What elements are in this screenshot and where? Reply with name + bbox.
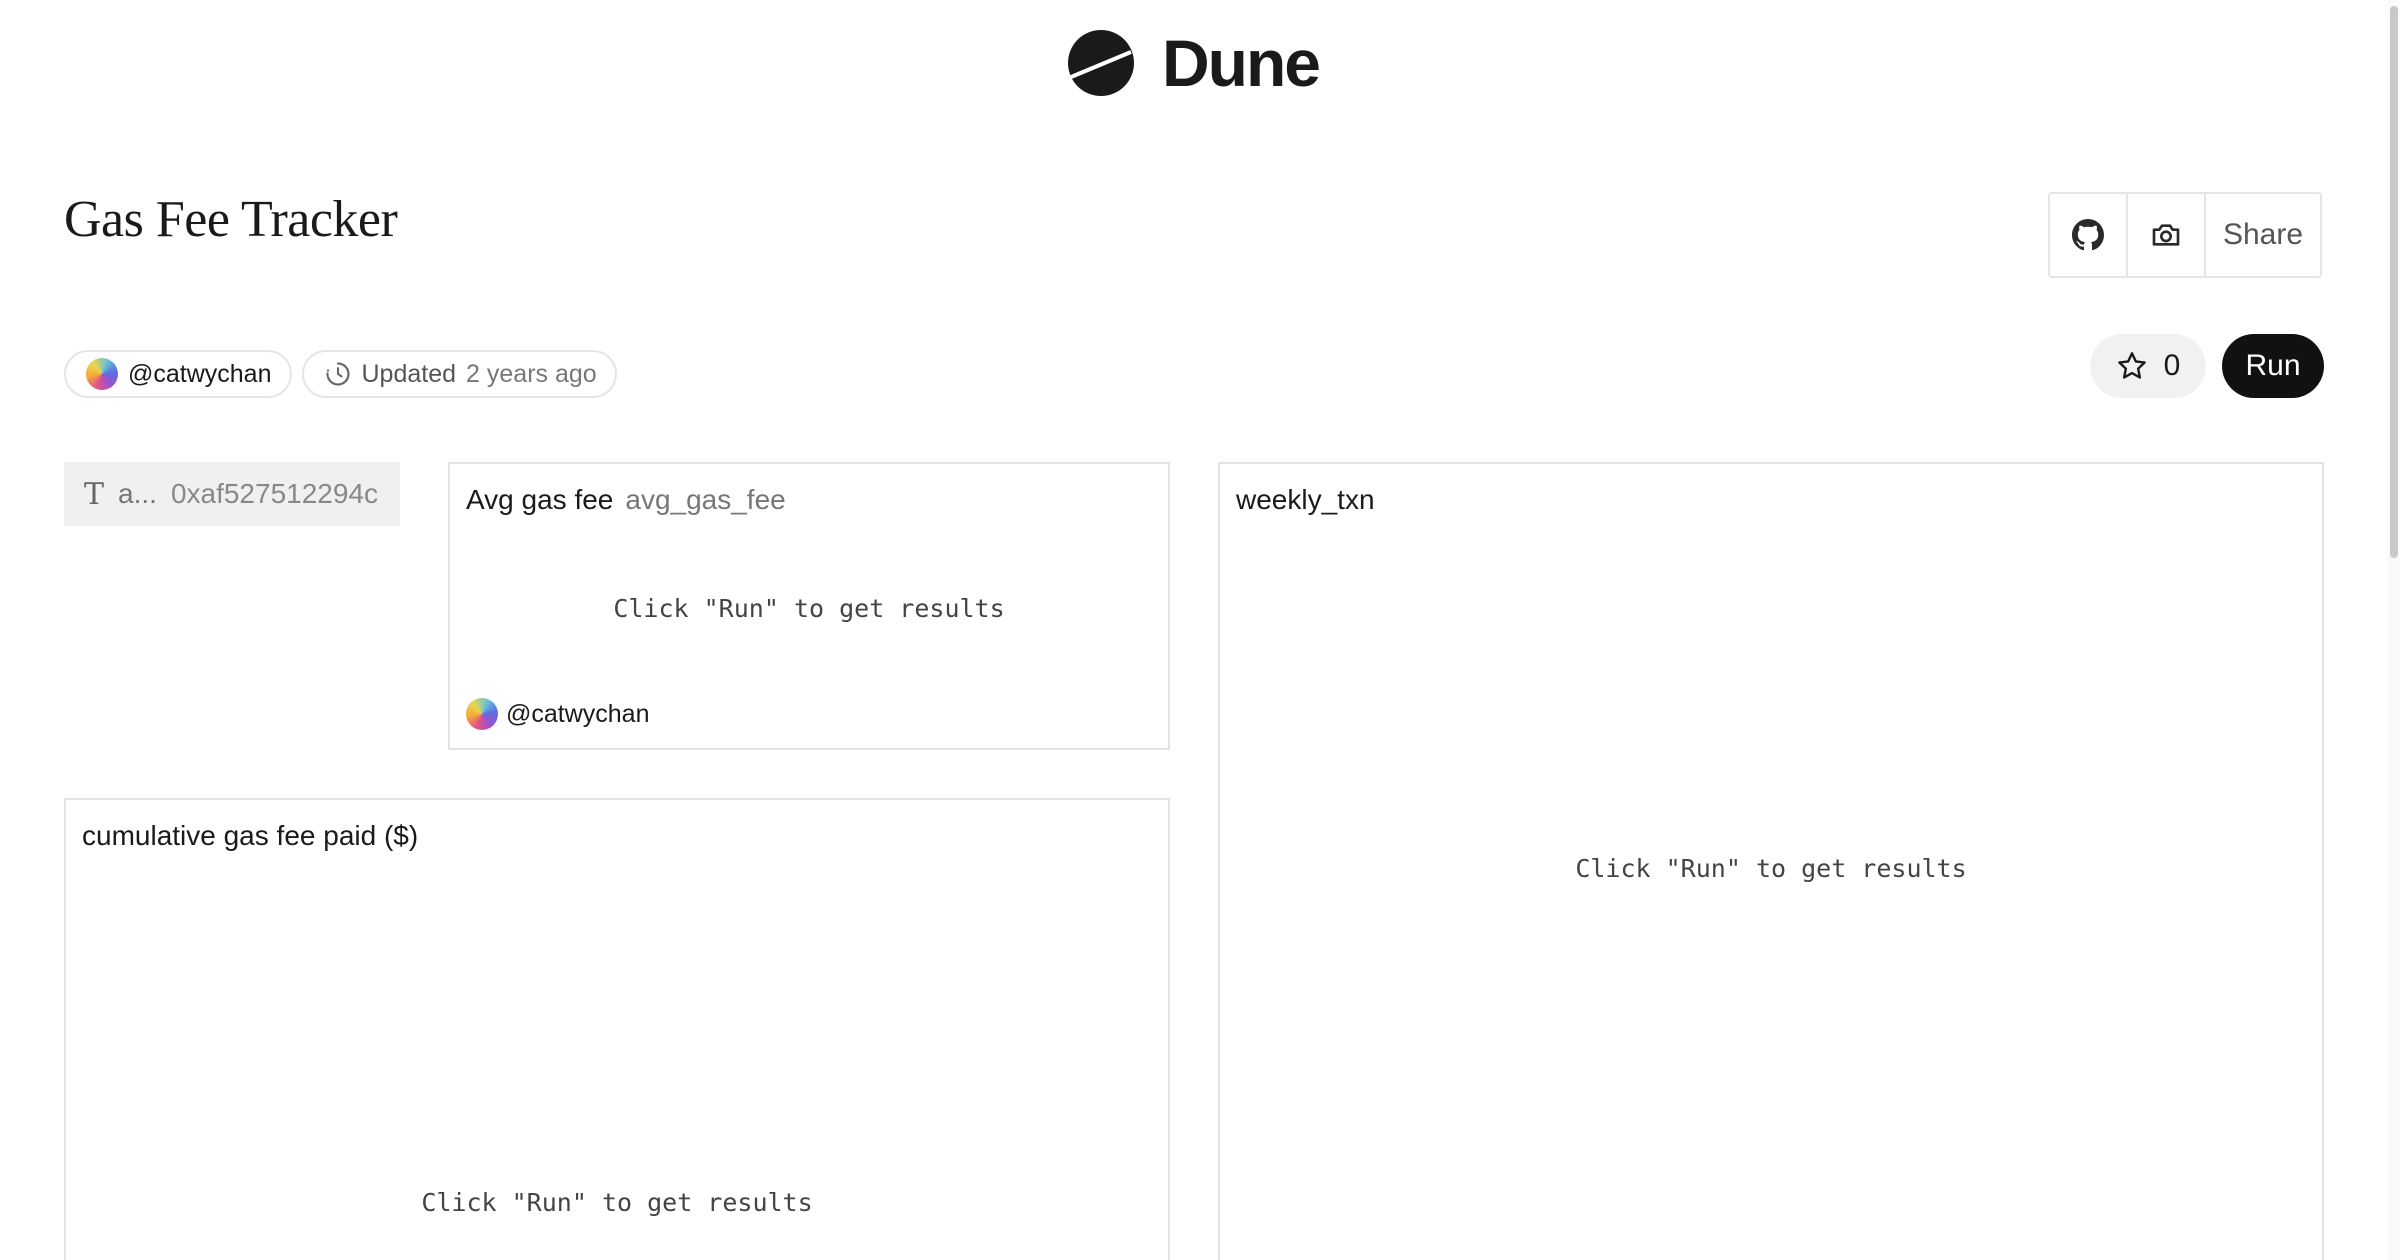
star-icon xyxy=(2117,352,2146,379)
star-count: 0 xyxy=(2163,349,2181,382)
panel-title-text: Avg gas fee xyxy=(466,484,614,515)
avatar xyxy=(466,698,498,730)
page-title: Gas Fee Tracker xyxy=(64,191,398,248)
panel-author-name: @catwychan xyxy=(506,699,650,728)
screenshot-button[interactable] xyxy=(2128,194,2206,276)
panel-query-name[interactable]: avg_gas_fee xyxy=(625,484,785,515)
scrollbar-thumb[interactable] xyxy=(2390,6,2398,558)
parameter-input[interactable]: T a... 0xaf527512294c xyxy=(64,462,400,526)
avg-gas-fee-panel: Avg gas fee avg_gas_fee Click "Run" to ge… xyxy=(448,462,1170,750)
share-button[interactable]: Share xyxy=(2206,194,2320,276)
panel-title[interactable]: weekly_txn xyxy=(1236,484,1375,516)
camera-icon xyxy=(2152,224,2180,246)
empty-results-message: Click "Run" to get results xyxy=(613,594,1005,623)
github-icon xyxy=(2072,219,2104,251)
star-button[interactable]: 0 xyxy=(2090,334,2206,398)
text-param-icon: T xyxy=(84,476,105,512)
dune-logo-icon xyxy=(1068,30,1134,96)
author-pill[interactable]: @catwychan xyxy=(64,350,292,398)
weekly-txn-panel: weekly_txn Click "Run" to get results xyxy=(1218,462,2324,1260)
updated-value: 2 years ago xyxy=(466,359,597,388)
dashboard-actions: Share xyxy=(2048,192,2322,278)
run-button[interactable]: Run xyxy=(2222,334,2324,398)
panel-title: Avg gas fee avg_gas_fee xyxy=(466,484,786,516)
clock-icon xyxy=(324,360,352,388)
empty-results-message: Click "Run" to get results xyxy=(421,1188,813,1217)
brand-name: Dune xyxy=(1162,26,1321,100)
dune-logo[interactable]: Dune xyxy=(1068,26,1321,100)
panel-title[interactable]: cumulative gas fee paid ($) xyxy=(82,820,418,852)
updated-label: Updated xyxy=(361,359,457,388)
parameter-name: a... xyxy=(118,478,157,509)
panel-author[interactable]: @catwychan xyxy=(466,698,650,730)
parameter-value: 0xaf527512294c xyxy=(170,478,379,509)
author-name: @catwychan xyxy=(128,359,272,388)
updated-pill: Updated 2 years ago xyxy=(301,350,617,398)
avatar xyxy=(86,358,118,390)
cumulative-gas-fee-panel: cumulative gas fee paid ($) Click "Run" … xyxy=(64,798,1170,1260)
dashboard-meta: @catwychan Updated 2 years ago xyxy=(64,350,617,398)
github-button[interactable] xyxy=(2050,194,2128,276)
empty-results-message: Click "Run" to get results xyxy=(1575,854,1967,883)
